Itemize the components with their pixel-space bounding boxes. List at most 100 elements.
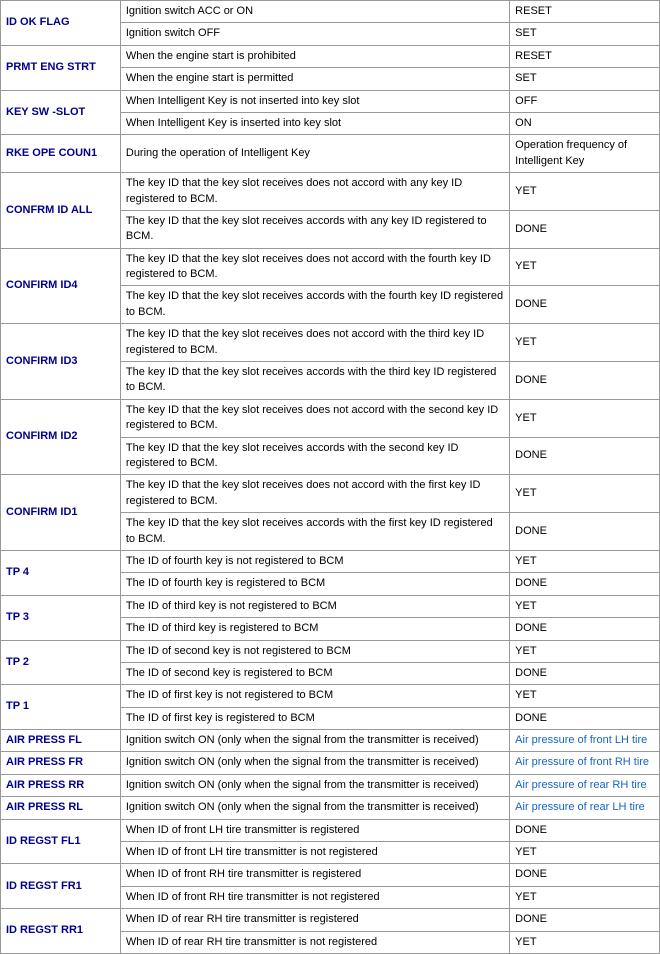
table-row: ID REGST FR1When ID of front RH tire tra… bbox=[1, 864, 660, 886]
main-table: ID OK FLAGIgnition switch ACC or ONRESET… bbox=[0, 0, 660, 954]
id-cell: TP 4 bbox=[1, 550, 121, 595]
description-cell: The key ID that the key slot receives ac… bbox=[120, 437, 509, 475]
value-cell: DONE bbox=[510, 513, 660, 551]
value-cell: YET bbox=[510, 886, 660, 908]
value-cell: DONE bbox=[510, 618, 660, 640]
table-row: ID REGST FL1When ID of front LH tire tra… bbox=[1, 819, 660, 841]
table-row: CONFRM ID ALLThe key ID that the key slo… bbox=[1, 173, 660, 211]
value-cell: YET bbox=[510, 550, 660, 572]
id-cell: AIR PRESS RL bbox=[1, 797, 121, 819]
description-cell: When the engine start is permitted bbox=[120, 68, 509, 90]
value-cell: Air pressure of front LH tire bbox=[510, 730, 660, 752]
id-cell: AIR PRESS RR bbox=[1, 774, 121, 796]
description-cell: Ignition switch OFF bbox=[120, 23, 509, 45]
description-cell: The key ID that the key slot receives do… bbox=[120, 399, 509, 437]
value-cell: YET bbox=[510, 595, 660, 617]
description-cell: When ID of rear RH tire transmitter is r… bbox=[120, 909, 509, 931]
value-cell: DONE bbox=[510, 286, 660, 324]
value-cell: YET bbox=[510, 931, 660, 953]
description-cell: The ID of third key is registered to BCM bbox=[120, 618, 509, 640]
description-cell: When ID of front RH tire transmitter is … bbox=[120, 886, 509, 908]
table-row: AIR PRESS FRIgnition switch ON (only whe… bbox=[1, 752, 660, 774]
value-cell: RESET bbox=[510, 45, 660, 67]
table-row: KEY SW -SLOTWhen Intelligent Key is not … bbox=[1, 90, 660, 112]
value-cell: YET bbox=[510, 324, 660, 362]
description-cell: The ID of first key is not registered to… bbox=[120, 685, 509, 707]
table-row: CONFIRM ID2The key ID that the key slot … bbox=[1, 399, 660, 437]
value-cell: DONE bbox=[510, 707, 660, 729]
id-cell: AIR PRESS FR bbox=[1, 752, 121, 774]
id-cell: CONFIRM ID2 bbox=[1, 399, 121, 475]
description-cell: When ID of front LH tire transmitter is … bbox=[120, 819, 509, 841]
description-cell: The key ID that the key slot receives ac… bbox=[120, 286, 509, 324]
description-cell: The ID of third key is not registered to… bbox=[120, 595, 509, 617]
id-cell: TP 1 bbox=[1, 685, 121, 730]
description-cell: The ID of first key is registered to BCM bbox=[120, 707, 509, 729]
value-cell: DONE bbox=[510, 864, 660, 886]
id-cell: ID OK FLAG bbox=[1, 1, 121, 46]
value-cell: SET bbox=[510, 68, 660, 90]
table-row: PRMT ENG STRTWhen the engine start is pr… bbox=[1, 45, 660, 67]
description-cell: Ignition switch ACC or ON bbox=[120, 1, 509, 23]
id-cell: CONFRM ID ALL bbox=[1, 173, 121, 249]
table-row: CONFIRM ID1The key ID that the key slot … bbox=[1, 475, 660, 513]
description-cell: The ID of fourth key is registered to BC… bbox=[120, 573, 509, 595]
description-cell: The ID of fourth key is not registered t… bbox=[120, 550, 509, 572]
value-cell: YET bbox=[510, 173, 660, 211]
description-cell: When the engine start is prohibited bbox=[120, 45, 509, 67]
description-cell: The key ID that the key slot receives ac… bbox=[120, 210, 509, 248]
value-cell: Air pressure of rear RH tire bbox=[510, 774, 660, 796]
id-cell: ID REGST FL1 bbox=[1, 819, 121, 864]
value-cell: DONE bbox=[510, 437, 660, 475]
description-cell: The key ID that the key slot receives ac… bbox=[120, 513, 509, 551]
table-row: ID OK FLAGIgnition switch ACC or ONRESET bbox=[1, 1, 660, 23]
value-cell: DONE bbox=[510, 819, 660, 841]
value-cell: YET bbox=[510, 399, 660, 437]
description-cell: When Intelligent Key is inserted into ke… bbox=[120, 112, 509, 134]
table-row: AIR PRESS FLIgnition switch ON (only whe… bbox=[1, 730, 660, 752]
value-cell: OFF bbox=[510, 90, 660, 112]
id-cell: AIR PRESS FL bbox=[1, 730, 121, 752]
id-cell: CONFIRM ID3 bbox=[1, 324, 121, 400]
value-cell: ON bbox=[510, 112, 660, 134]
value-cell: DONE bbox=[510, 662, 660, 684]
id-cell: TP 3 bbox=[1, 595, 121, 640]
table-row: TP 1The ID of first key is not registere… bbox=[1, 685, 660, 707]
description-cell: The ID of second key is not registered t… bbox=[120, 640, 509, 662]
id-cell: KEY SW -SLOT bbox=[1, 90, 121, 135]
id-cell: CONFIRM ID4 bbox=[1, 248, 121, 324]
table-row: ID REGST RR1When ID of rear RH tire tran… bbox=[1, 909, 660, 931]
table-row: CONFIRM ID3The key ID that the key slot … bbox=[1, 324, 660, 362]
description-cell: The key ID that the key slot receives do… bbox=[120, 173, 509, 211]
value-cell: Operation frequency of Intelligent Key bbox=[510, 135, 660, 173]
description-cell: When ID of rear RH tire transmitter is n… bbox=[120, 931, 509, 953]
value-cell: YET bbox=[510, 685, 660, 707]
description-cell: Ignition switch ON (only when the signal… bbox=[120, 730, 509, 752]
description-cell: When ID of front LH tire transmitter is … bbox=[120, 842, 509, 864]
id-cell: ID REGST FR1 bbox=[1, 864, 121, 909]
description-cell: Ignition switch ON (only when the signal… bbox=[120, 797, 509, 819]
id-cell: ID REGST RR1 bbox=[1, 909, 121, 954]
description-cell: Ignition switch ON (only when the signal… bbox=[120, 774, 509, 796]
description-cell: The key ID that the key slot receives do… bbox=[120, 248, 509, 286]
value-cell: YET bbox=[510, 248, 660, 286]
value-cell: Air pressure of front RH tire bbox=[510, 752, 660, 774]
description-cell: When ID of front RH tire transmitter is … bbox=[120, 864, 509, 886]
value-cell: YET bbox=[510, 842, 660, 864]
description-cell: The key ID that the key slot receives do… bbox=[120, 324, 509, 362]
description-cell: During the operation of Intelligent Key bbox=[120, 135, 509, 173]
table-row: TP 3The ID of third key is not registere… bbox=[1, 595, 660, 617]
value-cell: RESET bbox=[510, 1, 660, 23]
id-cell: PRMT ENG STRT bbox=[1, 45, 121, 90]
value-cell: Air pressure of rear LH tire bbox=[510, 797, 660, 819]
description-cell: When Intelligent Key is not inserted int… bbox=[120, 90, 509, 112]
value-cell: DONE bbox=[510, 210, 660, 248]
value-cell: YET bbox=[510, 475, 660, 513]
value-cell: DONE bbox=[510, 573, 660, 595]
value-cell: YET bbox=[510, 640, 660, 662]
value-cell: DONE bbox=[510, 362, 660, 400]
description-cell: The key ID that the key slot receives ac… bbox=[120, 362, 509, 400]
value-cell: SET bbox=[510, 23, 660, 45]
description-cell: The ID of second key is registered to BC… bbox=[120, 662, 509, 684]
table-row: AIR PRESS RLIgnition switch ON (only whe… bbox=[1, 797, 660, 819]
